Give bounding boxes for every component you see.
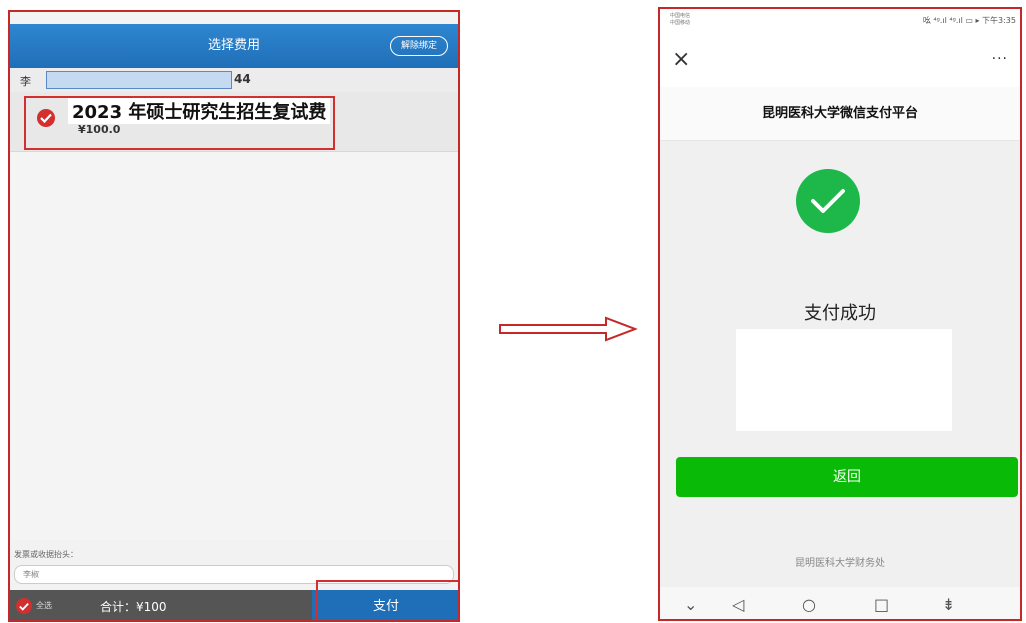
user-info-row: 李 44 <box>10 68 458 92</box>
back-icon[interactable]: ◁ <box>732 595 744 614</box>
invoice-title-label: 发票或收据抬头： <box>14 550 78 559</box>
recents-icon[interactable]: □ <box>874 595 889 614</box>
close-icon[interactable]: × <box>672 49 690 71</box>
user-id-suffix: 44 <box>234 72 251 86</box>
home-icon[interactable]: ○ <box>802 595 816 614</box>
status-icons-time: 吆 ⁴ᵍ.ıl ⁴ᵍ.ıl ▭ ▸ 下午3:35 <box>922 16 1016 25</box>
total-amount: 合计：¥100 <box>100 600 167 614</box>
return-button[interactable]: 返回 <box>676 457 1018 497</box>
payment-result-text: 支付成功 <box>804 303 876 324</box>
status-bar: 中国电信 中国移动 吆 ⁴ᵍ.ıl ⁴ᵍ.ıl ▭ ▸ 下午3:35 <box>660 9 1020 33</box>
select-all-label: 全选 <box>36 601 52 610</box>
carrier-line-1: 中国电信 <box>670 13 691 19</box>
fee-item-highlight-box <box>24 96 335 150</box>
fee-selection-screen: 选择费用 解除绑定 李 44 2023 年硕士研究生招生复试费 ¥100.0 发… <box>8 10 460 622</box>
redacted-detail-box <box>736 329 952 431</box>
user-name-prefix: 李 <box>20 75 31 88</box>
carrier-line-2: 中国移动 <box>670 20 691 26</box>
pay-button-highlight-box <box>316 580 458 620</box>
carrier-info: 中国电信 中国移动 <box>670 13 690 27</box>
notification-pulldown-icon[interactable]: ⇟ <box>942 595 955 614</box>
select-all-checkbox-icon[interactable] <box>16 598 32 614</box>
system-nav-bar: ⌄ ◁ ○ □ ⇟ <box>660 587 1020 619</box>
site-title: 昆明医科大学微信支付平台 <box>660 87 1020 141</box>
collapse-icon[interactable]: ⌄ <box>684 595 697 614</box>
redaction-mask <box>46 71 232 89</box>
footer-text: 昆明医科大学财务处 <box>795 558 885 569</box>
arrow-right-icon <box>499 316 638 342</box>
nav-bar: × ··· <box>660 33 1020 87</box>
screenshot-stage: 选择费用 解除绑定 李 44 2023 年硕士研究生招生复试费 ¥100.0 发… <box>0 0 1026 623</box>
empty-list-area <box>10 152 458 540</box>
success-check-icon <box>796 169 860 233</box>
unbind-button[interactable]: 解除绑定 <box>389 36 448 56</box>
more-options-icon[interactable]: ··· <box>992 51 1008 67</box>
header-bar: 选择费用 解除绑定 <box>10 24 458 68</box>
payment-success-screen: 中国电信 中国移动 吆 ⁴ᵍ.ıl ⁴ᵍ.ıl ▭ ▸ 下午3:35 × ···… <box>658 7 1022 621</box>
